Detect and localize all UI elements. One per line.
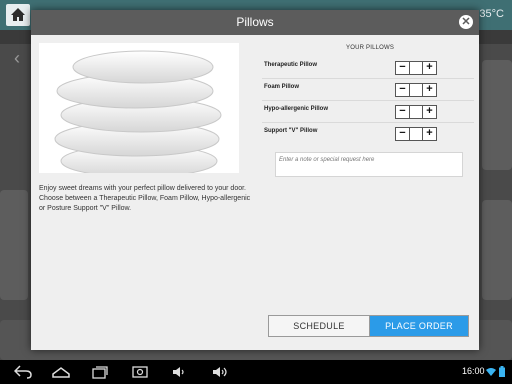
back-icon[interactable] xyxy=(14,365,32,379)
battery-icon xyxy=(499,366,505,377)
schedule-button[interactable]: SCHEDULE xyxy=(269,316,370,336)
background-tile xyxy=(0,190,28,300)
home-button[interactable] xyxy=(6,4,30,26)
pillow-list: Therapeutic Pillow − + Foam Pillow − + H… xyxy=(262,57,474,145)
wifi-icon xyxy=(486,368,496,376)
dialog-actions: SCHEDULE PLACE ORDER xyxy=(268,315,469,337)
decrement-button[interactable]: − xyxy=(396,84,409,96)
pillows-description: Enjoy sweet dreams with your perfect pil… xyxy=(39,185,251,212)
dialog-header: Pillows ✕ xyxy=(31,10,479,35)
quantity-value[interactable] xyxy=(409,62,423,74)
pillow-name: Support "V" Pillow xyxy=(264,128,318,134)
pillows-image xyxy=(39,43,239,173)
system-nav-bar: 16:00 xyxy=(0,360,512,384)
list-item: Hypo-allergenic Pillow − + xyxy=(262,101,474,123)
decrement-button[interactable]: − xyxy=(396,106,409,118)
volume-up-icon[interactable] xyxy=(212,365,230,379)
dialog-title: Pillows xyxy=(236,15,274,29)
decrement-button[interactable]: − xyxy=(396,62,409,74)
pillow-name: Foam Pillow xyxy=(264,84,300,90)
note-input[interactable]: Enter a note or special request here xyxy=(275,152,463,177)
list-item: Therapeutic Pillow − + xyxy=(262,57,474,79)
quantity-value[interactable] xyxy=(409,106,423,118)
quantity-value[interactable] xyxy=(409,84,423,96)
quantity-stepper: − + xyxy=(395,127,437,141)
increment-button[interactable]: + xyxy=(423,62,436,74)
back-arrow-icon[interactable]: ‹ xyxy=(14,48,20,69)
list-item: Foam Pillow − + xyxy=(262,79,474,101)
pillow-name: Therapeutic Pillow xyxy=(264,62,318,68)
increment-button[interactable]: + xyxy=(423,84,436,96)
increment-button[interactable]: + xyxy=(423,128,436,140)
clock: 16:00 xyxy=(462,366,485,376)
quantity-stepper: − + xyxy=(395,61,437,75)
temperature-label: 35°C xyxy=(479,8,504,20)
quantity-stepper: − + xyxy=(395,83,437,97)
recent-apps-icon[interactable] xyxy=(92,365,108,379)
background-tile xyxy=(482,60,512,170)
quantity-value[interactable] xyxy=(409,128,423,140)
home-nav-icon[interactable] xyxy=(52,365,70,379)
list-item: Support "V" Pillow − + xyxy=(262,123,474,145)
screenshot-icon[interactable] xyxy=(132,365,148,379)
background-tile xyxy=(482,200,512,300)
pillow-name: Hypo-allergenic Pillow xyxy=(264,106,329,112)
volume-down-icon[interactable] xyxy=(172,365,188,379)
decrement-button[interactable]: − xyxy=(396,128,409,140)
your-pillows-heading: YOUR PILLOWS xyxy=(346,45,395,51)
place-order-button[interactable]: PLACE ORDER xyxy=(370,316,468,336)
home-icon xyxy=(11,8,25,21)
pillows-dialog: Pillows ✕ Enjoy sweet dreams with your p… xyxy=(31,10,479,350)
increment-button[interactable]: + xyxy=(423,106,436,118)
quantity-stepper: − + xyxy=(395,105,437,119)
pillow-stack-illustration xyxy=(54,50,222,173)
close-icon[interactable]: ✕ xyxy=(459,15,473,29)
